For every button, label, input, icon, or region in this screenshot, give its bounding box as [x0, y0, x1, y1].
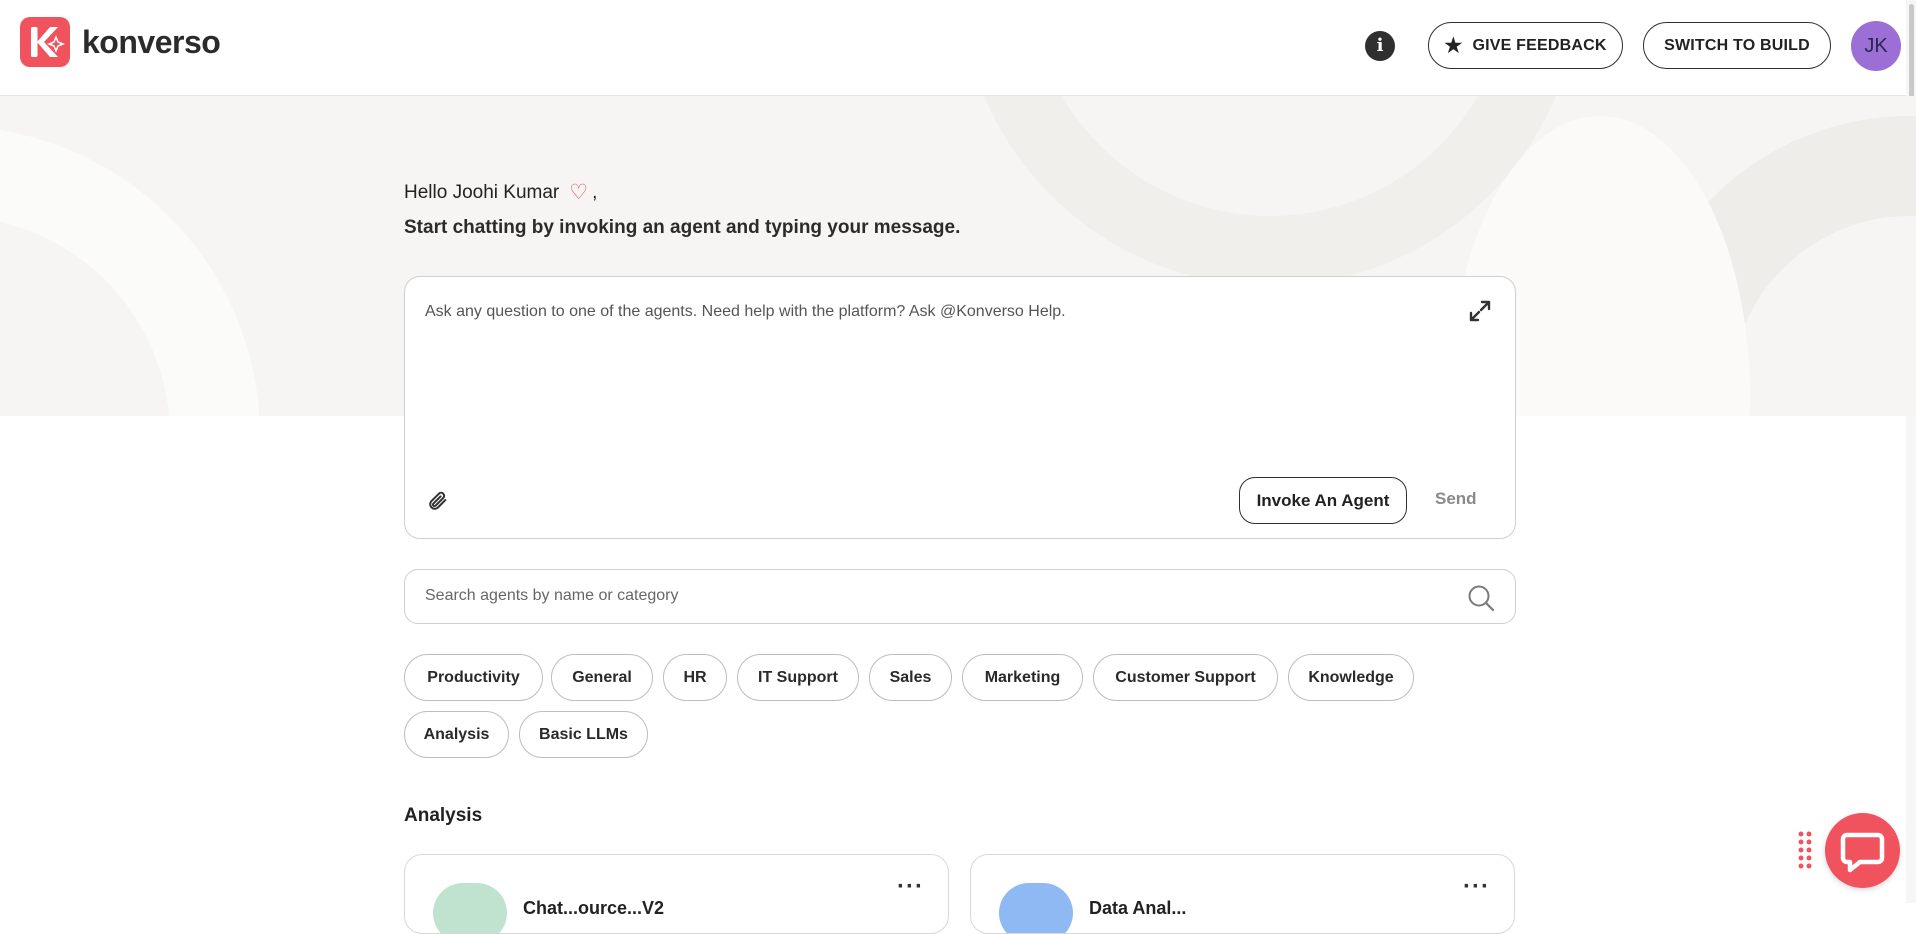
chat-bubble-icon: [1840, 832, 1885, 873]
invoke-agent-button[interactable]: Invoke An Agent: [1239, 477, 1407, 524]
search-icon[interactable]: [1467, 584, 1495, 612]
category-chip-hr[interactable]: HR: [663, 654, 727, 701]
switch-to-build-button[interactable]: SWITCH TO BUILD: [1643, 22, 1831, 69]
category-chip-productivity[interactable]: Productivity: [404, 654, 543, 701]
paperclip-icon[interactable]: [427, 489, 449, 513]
user-avatar[interactable]: JK: [1851, 21, 1901, 71]
more-options-icon[interactable]: ···: [897, 873, 924, 901]
send-button[interactable]: Send: [1435, 489, 1477, 509]
give-feedback-button[interactable]: ★ GIVE FEEDBACK: [1428, 22, 1623, 69]
agent-avatar: [999, 883, 1073, 933]
scrollbar-thumb[interactable]: [1909, 4, 1914, 100]
expand-icon[interactable]: [1468, 299, 1492, 323]
info-icon[interactable]: i: [1365, 31, 1395, 61]
category-chip-customer-support[interactable]: Customer Support: [1093, 654, 1278, 701]
category-chip-sales[interactable]: Sales: [869, 654, 952, 701]
agent-card-title: Chat...ource...V2: [523, 898, 665, 918]
category-chip-analysis[interactable]: Analysis: [404, 711, 509, 758]
greeting-text: Hello Joohi Kumar: [404, 181, 560, 203]
logo[interactable]: konverso: [20, 17, 221, 67]
agent-card[interactable]: Chat...ource...V2 ···: [404, 854, 949, 934]
category-chip-marketing[interactable]: Marketing: [962, 654, 1083, 701]
category-chip-it-support[interactable]: IT Support: [737, 654, 859, 701]
section-title-analysis: Analysis: [404, 805, 483, 826]
greeting-subtitle: Start chatting by invoking an agent and …: [404, 217, 961, 238]
agent-card[interactable]: Data Anal... ···: [970, 854, 1515, 934]
chat-widget-button[interactable]: [1825, 813, 1900, 888]
chat-input[interactable]: [425, 303, 1425, 321]
agent-avatar: [433, 883, 507, 933]
decorative-arc: [0, 126, 260, 416]
logo-text: konverso: [82, 23, 221, 60]
category-chip-knowledge[interactable]: Knowledge: [1288, 654, 1414, 701]
star-icon: ★: [1444, 34, 1463, 57]
konverso-logo-icon: [20, 17, 70, 67]
top-header: konverso i ★ GIVE FEEDBACK SWITCH TO BUI…: [0, 0, 1916, 96]
agent-card-title: Data Anal...: [1089, 898, 1187, 918]
greeting: Hello Joohi Kumar ♡ ,: [404, 180, 597, 205]
more-options-icon[interactable]: ···: [1463, 873, 1490, 901]
category-chip-basic-llms[interactable]: Basic LLMs: [519, 711, 648, 758]
agent-search-input[interactable]: [425, 587, 1425, 605]
chat-composer: Invoke An Agent Send: [404, 276, 1516, 539]
category-chip-general[interactable]: General: [551, 654, 653, 701]
greeting-comma: ,: [592, 181, 598, 203]
heart-icon: ♡: [569, 181, 589, 204]
drag-handle-icon[interactable]: [1797, 830, 1813, 872]
give-feedback-label: GIVE FEEDBACK: [1472, 36, 1607, 54]
agent-search: [404, 569, 1516, 624]
